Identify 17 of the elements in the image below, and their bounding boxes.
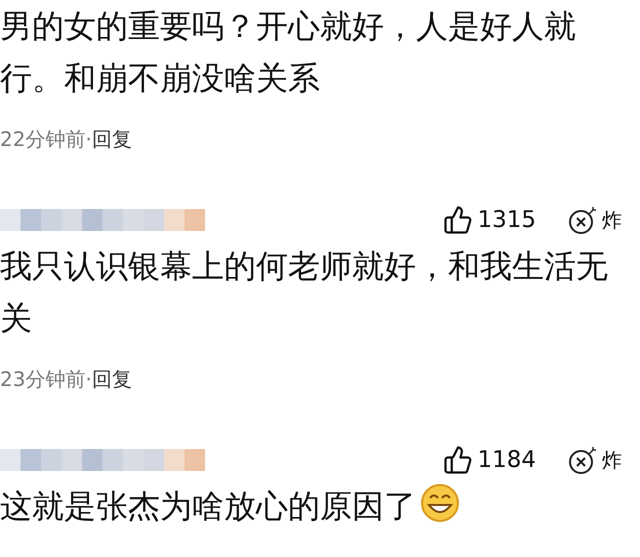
separator-dot: · [85, 366, 92, 393]
comment-text: 男的女的重要吗？开心就好，人是好人就行。和崩不崩没啥关系 [0, 6, 577, 99]
like-count[interactable]: 1315 [477, 202, 536, 238]
like-count[interactable]: 1184 [477, 442, 536, 478]
reply-link[interactable]: 回复 [92, 364, 132, 394]
comment-time: 22分钟前 [0, 126, 86, 153]
comment-text: 这就是张杰为啥放心的原因了 [0, 480, 612, 532]
thumbs-up-icon [443, 445, 474, 475]
bomb-icon [568, 445, 598, 475]
bomb-icon [568, 205, 598, 235]
bomb-label[interactable]: 炸 [602, 445, 622, 475]
bomb-label[interactable]: 炸 [602, 205, 622, 235]
comment-text: 我只认识银幕上的何老师就好，和我生活无关 [0, 246, 609, 339]
comment-time: 23分钟前 [0, 366, 86, 393]
thumbs-up-icon [443, 205, 474, 235]
reply-link[interactable]: 回复 [92, 124, 132, 154]
separator-dot: · [85, 126, 92, 153]
